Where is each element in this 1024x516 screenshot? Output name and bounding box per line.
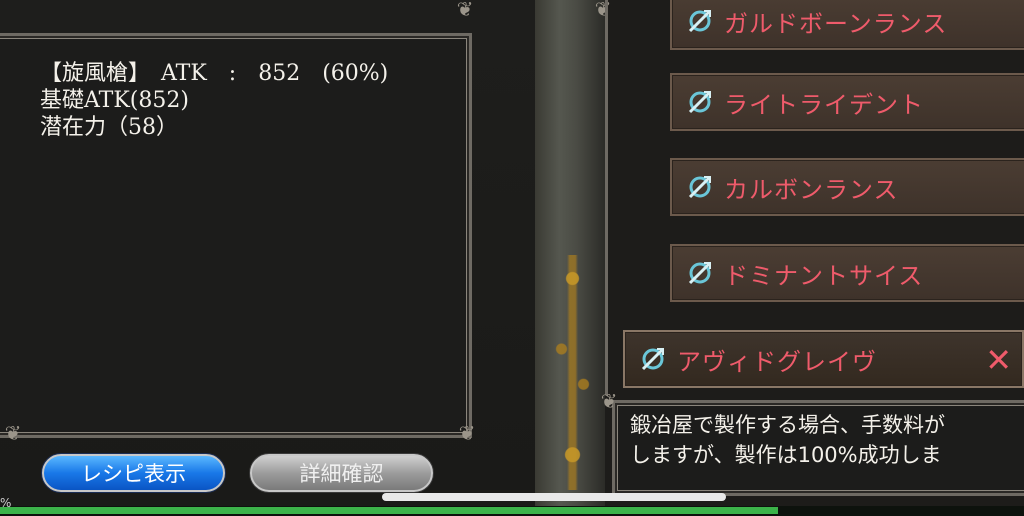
weapon-name: カルボンランス xyxy=(724,175,899,204)
list-item[interactable]: カルボンランス xyxy=(670,158,1024,216)
frame-ornament: ❦ xyxy=(458,421,476,445)
selected-weapon-name: アヴィドグレイヴ xyxy=(677,347,877,376)
progress-label: % xyxy=(0,496,12,510)
potential-line: 潜在力（58） xyxy=(40,115,178,140)
weapon-name: ガルドボーンランス xyxy=(724,9,948,38)
frame-ornament: ❦ xyxy=(600,389,618,413)
pillar-ornament xyxy=(545,255,600,490)
progress-fill xyxy=(0,507,779,514)
weapon-name: ドミナントサイス xyxy=(724,261,924,290)
weapon-icon xyxy=(688,261,712,285)
weapon-atk-line: 【旋風槍】 ATK : 852 (60%) xyxy=(40,61,389,86)
weapon-stats: 【旋風槍】 ATK : 852 (60%) 基礎ATK(852) 潜在力（58） xyxy=(40,60,388,141)
home-indicator[interactable] xyxy=(382,493,726,501)
selected-weapon-item[interactable]: アヴィドグレイヴ ✕ xyxy=(623,330,1024,388)
weapon-icon xyxy=(688,90,712,114)
weapon-icon xyxy=(641,347,665,371)
show-recipe-button[interactable]: レシピ表示 xyxy=(42,454,225,492)
base-atk-line: 基礎ATK(852) xyxy=(40,88,189,113)
detail-check-button[interactable]: 詳細確認 xyxy=(250,454,433,492)
weapon-icon xyxy=(688,175,712,199)
description-line: 鍛冶屋で製作する場合、手数料が xyxy=(630,413,945,437)
description-line: しますが、製作は100%成功しま xyxy=(630,443,942,467)
list-item[interactable]: ライトライデント xyxy=(670,73,1024,131)
description-text: 鍛冶屋で製作する場合、手数料が しますが、製作は100%成功しま xyxy=(630,410,1024,470)
weapon-icon xyxy=(688,9,712,33)
weapon-name: ライトライデント xyxy=(724,90,924,119)
list-item[interactable]: ドミナントサイス xyxy=(670,244,1024,302)
frame-ornament: ❦ xyxy=(456,0,474,21)
close-icon[interactable]: ✕ xyxy=(985,340,1012,380)
frame-ornament: ❦ xyxy=(4,421,22,445)
list-item[interactable]: ガルドボーンランス xyxy=(670,0,1024,50)
